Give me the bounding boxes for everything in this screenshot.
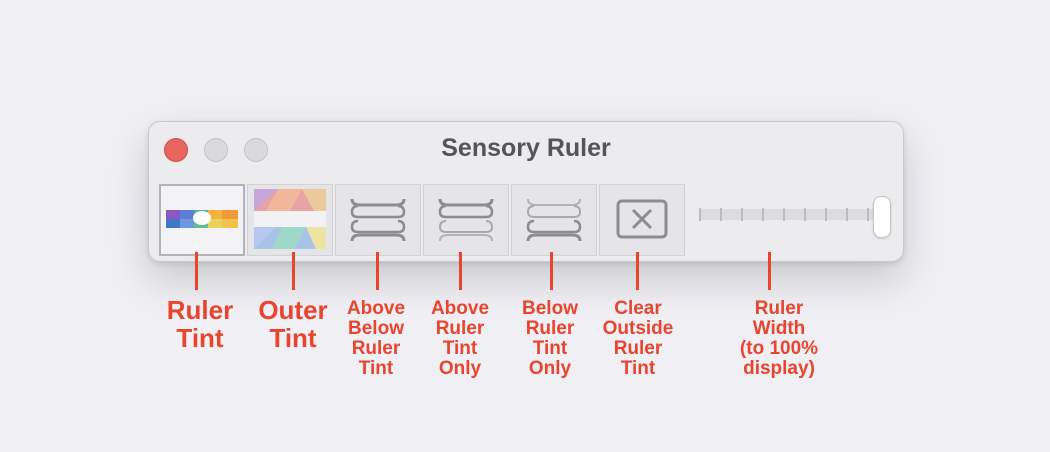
sensory-ruler-window: Sensory Ruler — [148, 121, 904, 262]
callout-line-outer-tint — [292, 252, 295, 290]
slider-tick — [846, 208, 848, 221]
slider-tick — [720, 208, 722, 221]
slider-tick — [804, 208, 806, 221]
slider-tick — [699, 208, 701, 221]
callout-line-clear-outside — [636, 252, 639, 290]
outer-tint-button[interactable] — [247, 184, 333, 256]
window-title: Sensory Ruler — [441, 134, 611, 162]
callout-line-above-only — [459, 252, 462, 290]
above-below-bracket-icon — [350, 198, 406, 242]
slider-tick — [783, 208, 785, 221]
callout-line-ruler-width — [768, 252, 771, 290]
above-bracket-icon — [438, 198, 494, 242]
ruler-width-slider-thumb[interactable] — [873, 196, 891, 238]
below-bracket-icon — [526, 198, 582, 242]
slider-tick — [762, 208, 764, 221]
annotation-clear-outside-ruler-tint: Clear Outside Ruler Tint — [602, 298, 674, 380]
callout-line-ruler-tint — [195, 252, 198, 290]
callout-line-above-below — [376, 252, 379, 290]
ruler-width-slider-track[interactable] — [699, 209, 875, 220]
callout-line-below-only — [550, 252, 553, 290]
clear-x-icon — [616, 199, 668, 239]
above-ruler-tint-only-button[interactable] — [423, 184, 509, 256]
ruler-tint-button[interactable] — [159, 184, 245, 256]
below-ruler-tint-only-button[interactable] — [511, 184, 597, 256]
above-below-ruler-tint-button[interactable] — [335, 184, 421, 256]
slider-tick — [867, 208, 869, 221]
outer-tint-icon — [254, 189, 326, 249]
ruler-tint-icon — [166, 210, 238, 228]
slider-tick — [741, 208, 743, 221]
clear-outside-ruler-tint-button[interactable] — [599, 184, 685, 256]
slider-tick — [825, 208, 827, 221]
annotation-ruler-width: Ruler Width (to 100% display) — [739, 298, 819, 380]
